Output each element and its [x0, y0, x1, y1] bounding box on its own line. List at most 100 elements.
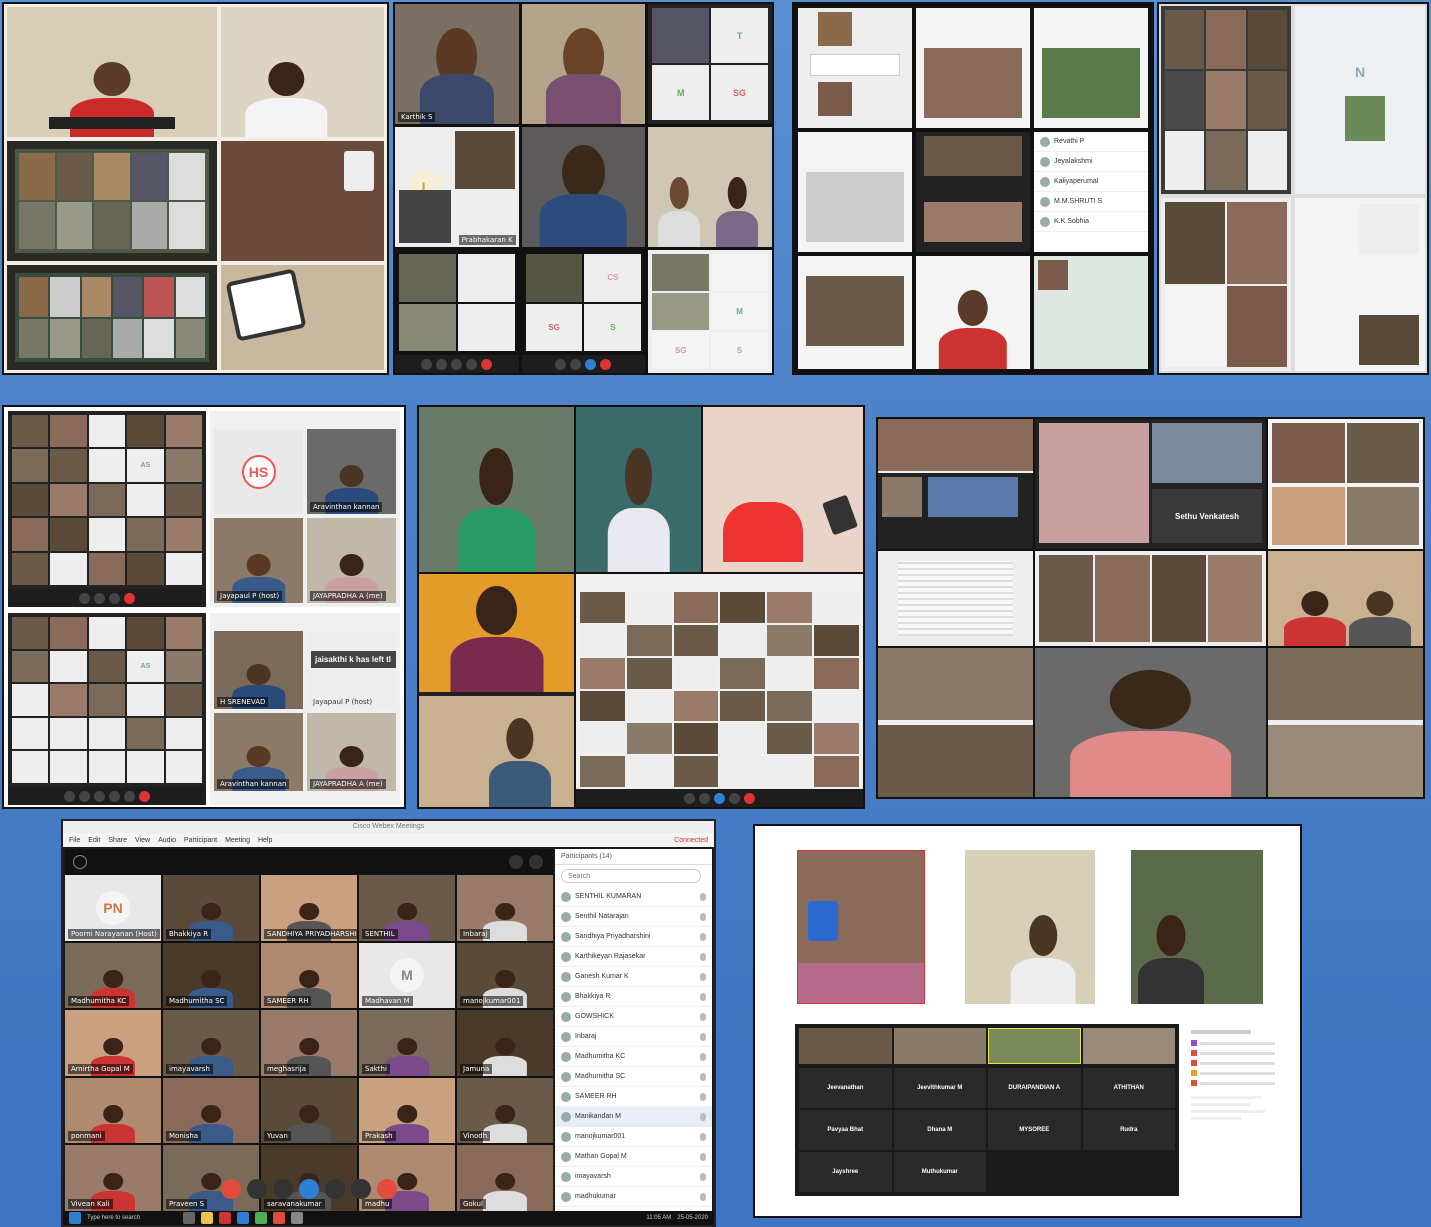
ctrl-button[interactable]: [124, 790, 135, 802]
participant-row[interactable]: SENTHIL KUMARAN: [555, 887, 712, 907]
name-tile[interactable]: Jeevithkumar M: [893, 1068, 986, 1108]
mic-icon[interactable]: [700, 892, 706, 901]
mic-icon[interactable]: [700, 1112, 706, 1121]
participant-row[interactable]: Bhakkiya R: [555, 987, 712, 1007]
ctrl-button[interactable]: [699, 792, 710, 804]
video-tile[interactable]: Yuvan: [261, 1077, 357, 1144]
fullscreen-icon[interactable]: [529, 855, 543, 869]
participants-button[interactable]: [299, 1179, 319, 1199]
name-tile[interactable]: ATHITHAN: [1082, 1068, 1175, 1108]
mic-icon[interactable]: [700, 1012, 706, 1021]
app-icon[interactable]: [273, 1212, 285, 1224]
mic-icon[interactable]: [700, 992, 706, 1001]
info-icon[interactable]: [73, 855, 87, 869]
video-tile[interactable]: Madhumitha SC: [163, 942, 259, 1009]
leave-button[interactable]: [377, 1179, 397, 1199]
ctrl-button[interactable]: [94, 592, 105, 604]
ctrl-button[interactable]: [451, 358, 463, 370]
mic-icon[interactable]: [700, 1132, 706, 1141]
end-call-button[interactable]: [744, 792, 755, 804]
ctrl-button[interactable]: [79, 790, 90, 802]
end-call-button[interactable]: [481, 358, 493, 370]
participant-row[interactable]: Revathi P: [1034, 132, 1148, 152]
end-call-button[interactable]: [124, 592, 135, 604]
mic-icon[interactable]: [700, 912, 706, 921]
mic-icon[interactable]: [700, 1192, 706, 1201]
participant-row[interactable]: M.M.SHRUTI S: [1034, 192, 1148, 212]
end-call-button[interactable]: [139, 790, 150, 802]
mic-icon[interactable]: [700, 1152, 706, 1161]
ctrl-button[interactable]: [421, 358, 433, 370]
taskview-icon[interactable]: [183, 1212, 195, 1224]
menu-help[interactable]: Help: [258, 837, 272, 844]
mic-icon[interactable]: [700, 1092, 706, 1101]
video-tile[interactable]: PN Poorni Narayanan (Host): [65, 875, 161, 941]
participant-row[interactable]: GOWSHICK: [555, 1007, 712, 1027]
participant-row[interactable]: manojkumar001: [555, 1127, 712, 1147]
video-tile[interactable]: Madhumitha KC: [65, 942, 161, 1009]
chat-button[interactable]: [325, 1179, 345, 1199]
participant-row[interactable]: Senthil Natarajan: [555, 907, 712, 927]
video-tile[interactable]: SENTHIL: [359, 875, 455, 941]
ctrl-button[interactable]: [684, 792, 695, 804]
participant-row[interactable]: Manikandan M: [555, 1107, 712, 1127]
ctrl-button[interactable]: [109, 592, 120, 604]
name-tile[interactable]: Jeevanathan: [799, 1068, 892, 1108]
menu-share[interactable]: Share: [108, 837, 127, 844]
ctrl-button[interactable]: [109, 790, 120, 802]
participant-row[interactable]: Mathan Gopal M: [555, 1147, 712, 1167]
video-tile[interactable]: SAMEER RH: [261, 942, 357, 1009]
menu-file[interactable]: File: [69, 837, 80, 844]
video-tile[interactable]: Jamuna: [457, 1010, 553, 1076]
video-tile[interactable]: meghasrija: [261, 1010, 357, 1076]
name-tile[interactable]: Jayshree: [799, 1152, 892, 1192]
participant-row[interactable]: Sandhiya Priyadharshini: [555, 927, 712, 947]
ctrl-button[interactable]: [466, 358, 478, 370]
explorer-icon[interactable]: [201, 1212, 213, 1224]
mic-icon[interactable]: [700, 1052, 706, 1061]
taskbar-search[interactable]: Type here to search: [87, 1215, 177, 1221]
end-call-button[interactable]: [600, 358, 612, 370]
mic-icon[interactable]: [700, 1032, 706, 1041]
mic-icon[interactable]: [700, 952, 706, 961]
layout-icon[interactable]: [509, 855, 523, 869]
ctrl-button[interactable]: [729, 792, 740, 804]
app-icon[interactable]: [237, 1212, 249, 1224]
name-tile[interactable]: Rudra: [1082, 1110, 1175, 1150]
ctrl-button[interactable]: [94, 790, 105, 802]
video-tile[interactable]: Bhakkiya R: [163, 875, 259, 941]
participant-row[interactable]: Madhumitha KC: [555, 1047, 712, 1067]
mic-icon[interactable]: [700, 972, 706, 981]
menu-participant[interactable]: Participant: [184, 837, 217, 844]
mute-button[interactable]: [221, 1179, 241, 1199]
participant-row[interactable]: Ganesh Kumar K: [555, 967, 712, 987]
share-button[interactable]: [273, 1179, 293, 1199]
name-tile[interactable]: Dhana M: [893, 1110, 986, 1150]
more-button[interactable]: [351, 1179, 371, 1199]
windows-start-icon[interactable]: [69, 1212, 81, 1224]
video-tile[interactable]: Prakash: [359, 1077, 455, 1144]
ctrl-button[interactable]: [714, 792, 725, 804]
ctrl-button[interactable]: [64, 790, 75, 802]
mic-icon[interactable]: [700, 1072, 706, 1081]
menu-view[interactable]: View: [135, 837, 150, 844]
video-button[interactable]: [247, 1179, 267, 1199]
ctrl-button[interactable]: [555, 358, 567, 370]
app-icon[interactable]: [255, 1212, 267, 1224]
participant-row[interactable]: K.K.Sobhia: [1034, 212, 1148, 232]
video-tile[interactable]: Monisha: [163, 1077, 259, 1144]
video-tile[interactable]: imayavarsh: [163, 1010, 259, 1076]
video-tile[interactable]: ponmani: [65, 1077, 161, 1144]
ctrl-button[interactable]: [585, 358, 597, 370]
menu-meeting[interactable]: Meeting: [225, 837, 250, 844]
video-tile[interactable]: SANDHIYA PRIYADHARSHINI: [261, 875, 357, 941]
mic-icon[interactable]: [700, 1172, 706, 1181]
webex-taskbar-icon[interactable]: [291, 1212, 303, 1224]
participant-row[interactable]: Madhumitha SC: [555, 1067, 712, 1087]
video-tile[interactable]: Sakthi: [359, 1010, 455, 1076]
participant-row[interactable]: Jeyalakshmi: [1034, 152, 1148, 172]
video-tile[interactable]: Amirtha Gopal M: [65, 1010, 161, 1076]
name-tile[interactable]: Pavyaa Bhat: [799, 1110, 892, 1150]
name-tile[interactable]: DURAIPANDIAN A: [988, 1068, 1081, 1108]
ctrl-button[interactable]: [436, 358, 448, 370]
